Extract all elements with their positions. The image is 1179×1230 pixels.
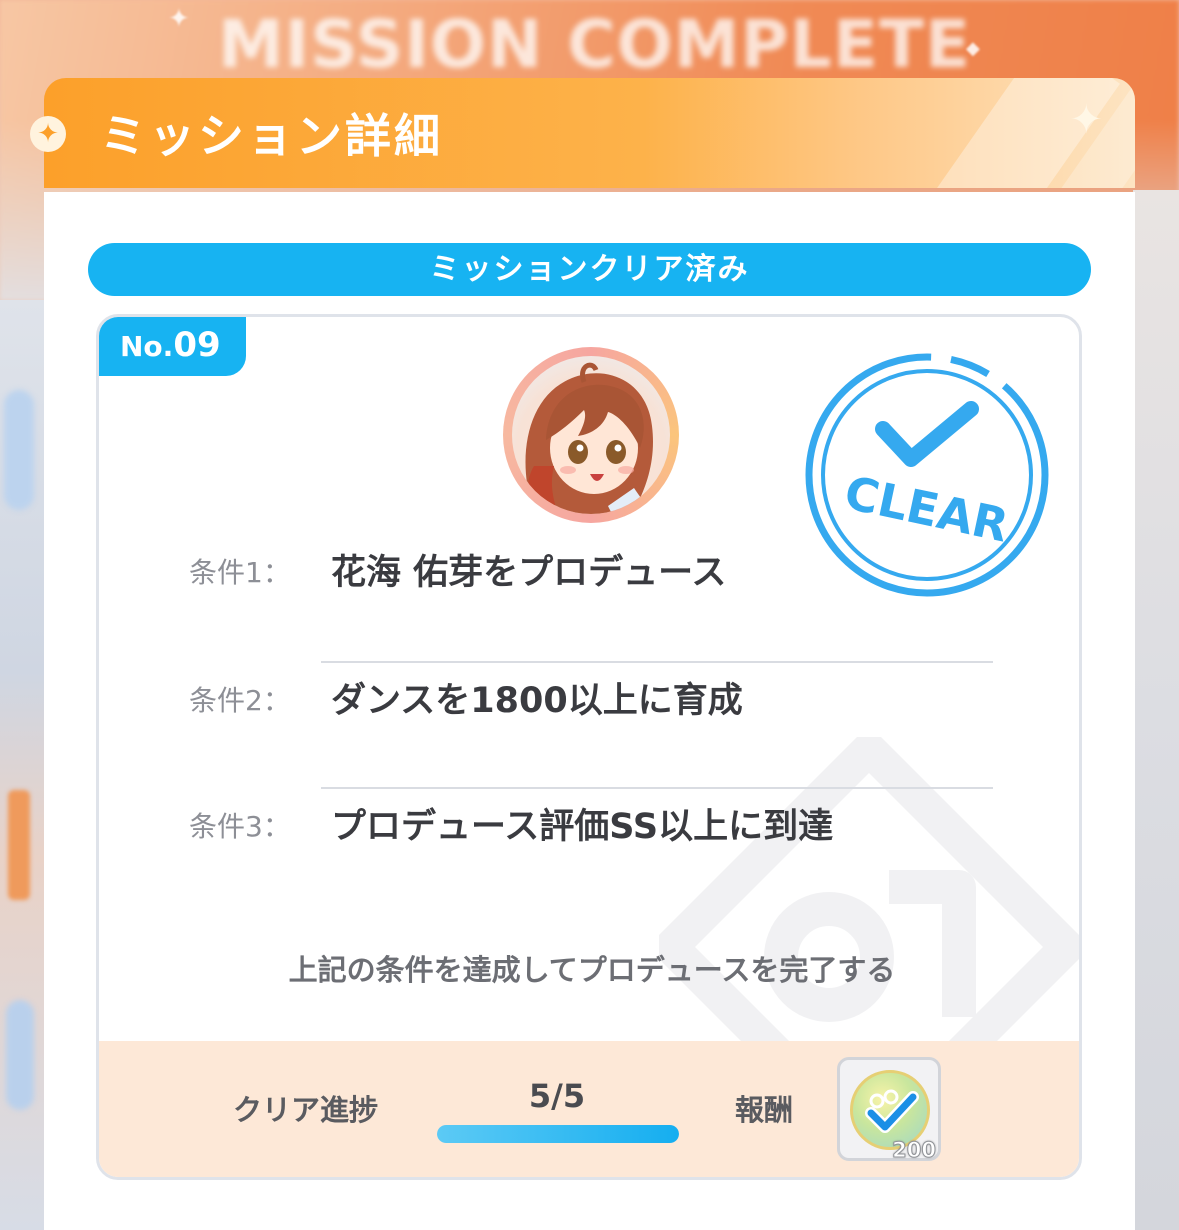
reward-label: 報酬 [735, 1093, 794, 1127]
mission-number: 09 [173, 325, 221, 365]
reward-count: 200 [892, 1138, 937, 1163]
mission-complete-banner: MISSION COMPLETE [218, 6, 972, 83]
progress-panel: クリア進捗 5/5 報酬 200 [99, 1041, 1079, 1177]
progress-bar [437, 1125, 679, 1143]
sparkle-icon: ✦ [30, 116, 66, 152]
sparkle-icon: ✦ [1069, 97, 1103, 143]
condition-label: 条件2： [189, 684, 291, 717]
progress-label: クリア進捗 [233, 1093, 379, 1127]
condition-text: 花海 佑芽をプロデュース [331, 553, 727, 593]
mission-number-tag: No.09 [99, 317, 246, 376]
condition-text: プロデュース評価SS以上に到達 [331, 807, 834, 847]
condition-row-1: 条件1： 花海 佑芽をプロデュース [99, 543, 1079, 603]
progress-bar-fill [437, 1125, 679, 1143]
character-avatar [503, 347, 679, 523]
mission-status-bar: ミッションクリア済み [88, 243, 1091, 296]
dialog-title: ミッション詳細 [100, 109, 443, 163]
background-left-edge [0, 300, 46, 1230]
condition-label: 条件3： [189, 810, 291, 843]
reward-item[interactable]: 200 [837, 1057, 941, 1163]
condition-text: ダンスを1800以上に育成 [331, 681, 743, 721]
background-right-edge [1133, 190, 1179, 1230]
mission-description: 上記の条件を達成してプロデュースを完了する [288, 953, 896, 987]
condition-label: 条件1： [189, 556, 291, 589]
progress-value: 5/5 [528, 1077, 586, 1115]
divider [321, 661, 993, 663]
condition-row-3: 条件3： プロデュース評価SS以上に到達 [99, 797, 1079, 857]
character-portrait-icon [525, 362, 653, 514]
mission-card: No.09 CLEAR 条件1： 花海 佑芽をプロデュース 条件2： ダンスを1… [96, 314, 1082, 1180]
clear-stamp-text: CLEAR [840, 465, 1013, 552]
sparkle-icon: ✦ [168, 4, 190, 34]
divider [321, 787, 993, 789]
mission-number-prefix: No. [120, 330, 174, 363]
condition-row-2: 条件2： ダンスを1800以上に育成 [99, 671, 1079, 731]
dialog-header: ミッション詳細 ✦ [44, 78, 1135, 188]
